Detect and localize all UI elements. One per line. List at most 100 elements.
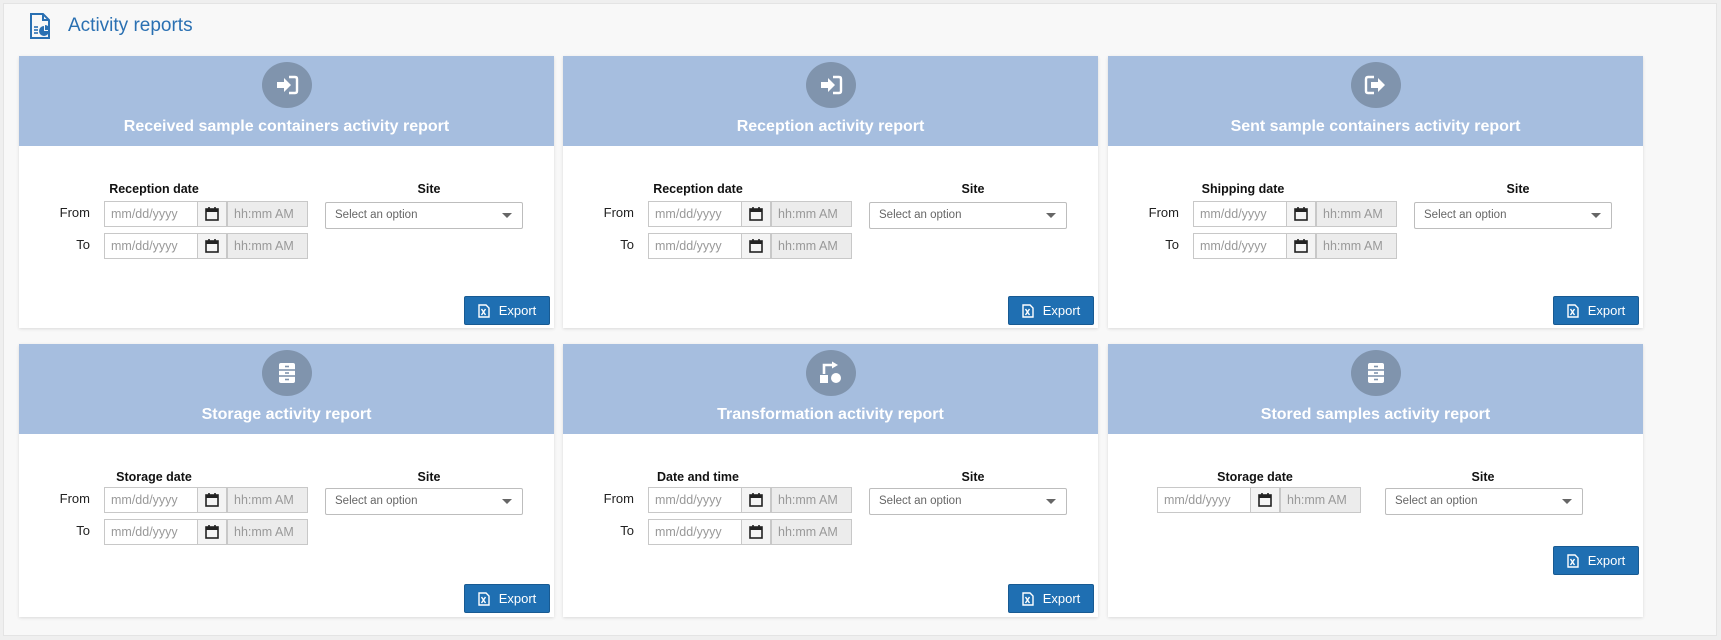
site-select-value: Select an option (879, 209, 962, 221)
to-date-input[interactable]: mm/dd/yyyy (648, 233, 742, 259)
card-reception: Reception activity report Reception date… (563, 56, 1098, 328)
to-date-input[interactable]: mm/dd/yyyy (648, 519, 742, 545)
from-label: From (603, 205, 634, 220)
to-time-input[interactable]: hh:mm AM (227, 519, 308, 545)
from-date-input[interactable]: mm/dd/yyyy (104, 201, 198, 227)
to-time-input[interactable]: hh:mm AM (771, 233, 852, 259)
export-button[interactable]: Export (464, 584, 550, 613)
chevron-down-icon (1046, 213, 1056, 218)
site-column-label: Site (1471, 470, 1495, 484)
calendar-icon[interactable] (741, 201, 771, 227)
card-storage: Storage activity report Storage date Sit… (19, 344, 554, 617)
to-date-input[interactable]: mm/dd/yyyy (1193, 233, 1287, 259)
calendar-icon[interactable] (197, 519, 227, 545)
calendar-icon[interactable] (1286, 233, 1316, 259)
from-time-input[interactable]: hh:mm AM (227, 201, 308, 227)
site-select[interactable]: Select an option (869, 488, 1067, 515)
export-label: Export (1042, 303, 1081, 318)
site-select-value: Select an option (1395, 495, 1478, 507)
card-header: Sent sample containers activity report (1108, 56, 1643, 146)
card-stored-samples: Stored samples activity report Storage d… (1108, 344, 1643, 617)
sign-in-icon (805, 62, 856, 108)
storage-cabinet-icon (261, 350, 312, 396)
chevron-down-icon (502, 499, 512, 504)
export-button[interactable]: Export (1008, 584, 1094, 613)
card-title: Sent sample containers activity report (1230, 118, 1521, 135)
export-button[interactable]: Export (1008, 296, 1094, 325)
from-date-input[interactable]: mm/dd/yyyy (104, 487, 198, 513)
from-label: From (59, 491, 90, 506)
export-label: Export (1587, 553, 1626, 568)
calendar-icon[interactable] (197, 487, 227, 513)
site-select[interactable]: Select an option (1414, 202, 1612, 229)
from-time-input[interactable]: hh:mm AM (227, 487, 308, 513)
storage-date-input[interactable]: mm/dd/yyyy (1157, 487, 1251, 513)
calendar-icon[interactable] (197, 201, 227, 227)
from-time-input[interactable]: hh:mm AM (1316, 201, 1397, 227)
site-select[interactable]: Select an option (325, 202, 523, 229)
card-title: Storage activity report (201, 406, 372, 423)
export-label: Export (498, 303, 537, 318)
card-header: Transformation activity report (563, 344, 1098, 434)
card-transformation: Transformation activity report Date and … (563, 344, 1098, 617)
card-title: Reception activity report (736, 118, 925, 135)
export-label: Export (1042, 591, 1081, 606)
report-document-icon (26, 12, 54, 40)
page-title: Activity reports (68, 15, 193, 36)
card-header: Stored samples activity report (1108, 344, 1643, 434)
from-label: From (59, 205, 90, 220)
to-label: To (76, 237, 90, 252)
to-date-input[interactable]: mm/dd/yyyy (104, 519, 198, 545)
site-select-value: Select an option (335, 209, 418, 221)
card-title: Received sample containers activity repo… (123, 118, 450, 135)
export-label: Export (498, 591, 537, 606)
export-button[interactable]: Export (464, 296, 550, 325)
site-select[interactable]: Select an option (869, 202, 1067, 229)
date-column-label: Storage date (116, 470, 192, 484)
calendar-icon[interactable] (741, 519, 771, 545)
from-time-input[interactable]: hh:mm AM (771, 201, 852, 227)
card-header: Reception activity report (563, 56, 1098, 146)
excel-icon (1022, 303, 1034, 318)
calendar-icon[interactable] (197, 233, 227, 259)
export-button[interactable]: Export (1553, 296, 1639, 325)
to-label: To (620, 523, 634, 538)
card-sent-sample-containers: Sent sample containers activity report S… (1108, 56, 1643, 328)
site-column-label: Site (417, 182, 441, 196)
from-date-input[interactable]: mm/dd/yyyy (648, 201, 742, 227)
to-date-input[interactable]: mm/dd/yyyy (104, 233, 198, 259)
excel-icon (1022, 591, 1034, 606)
storage-time-input[interactable]: hh:mm AM (1280, 487, 1361, 513)
site-column-label: Site (417, 470, 441, 484)
date-column-label: Reception date (653, 182, 743, 196)
to-label: To (1165, 237, 1179, 252)
site-select-value: Select an option (335, 495, 418, 507)
site-select[interactable]: Select an option (325, 488, 523, 515)
from-time-input[interactable]: hh:mm AM (771, 487, 852, 513)
calendar-icon[interactable] (741, 233, 771, 259)
page-header: Activity reports (26, 10, 193, 42)
from-label: From (1148, 205, 1179, 220)
excel-icon (1567, 553, 1579, 568)
from-date-input[interactable]: mm/dd/yyyy (648, 487, 742, 513)
card-header: Received sample containers activity repo… (19, 56, 554, 146)
sign-in-icon (261, 62, 312, 108)
calendar-icon[interactable] (1286, 201, 1316, 227)
calendar-icon[interactable] (741, 487, 771, 513)
to-time-input[interactable]: hh:mm AM (227, 233, 308, 259)
to-time-input[interactable]: hh:mm AM (771, 519, 852, 545)
to-time-input[interactable]: hh:mm AM (1316, 233, 1397, 259)
site-select[interactable]: Select an option (1385, 488, 1583, 515)
site-column-label: Site (1506, 182, 1530, 196)
excel-icon (1567, 303, 1579, 318)
date-column-label: Shipping date (1201, 182, 1285, 196)
site-select-value: Select an option (1424, 209, 1507, 221)
sign-out-icon (1350, 62, 1401, 108)
to-label: To (620, 237, 634, 252)
card-header: Storage activity report (19, 344, 554, 434)
calendar-icon[interactable] (1250, 487, 1280, 513)
export-button[interactable]: Export (1553, 546, 1639, 575)
storage-cabinet-icon (1350, 350, 1401, 396)
from-date-input[interactable]: mm/dd/yyyy (1193, 201, 1287, 227)
date-column-label: Storage date (1217, 470, 1293, 484)
